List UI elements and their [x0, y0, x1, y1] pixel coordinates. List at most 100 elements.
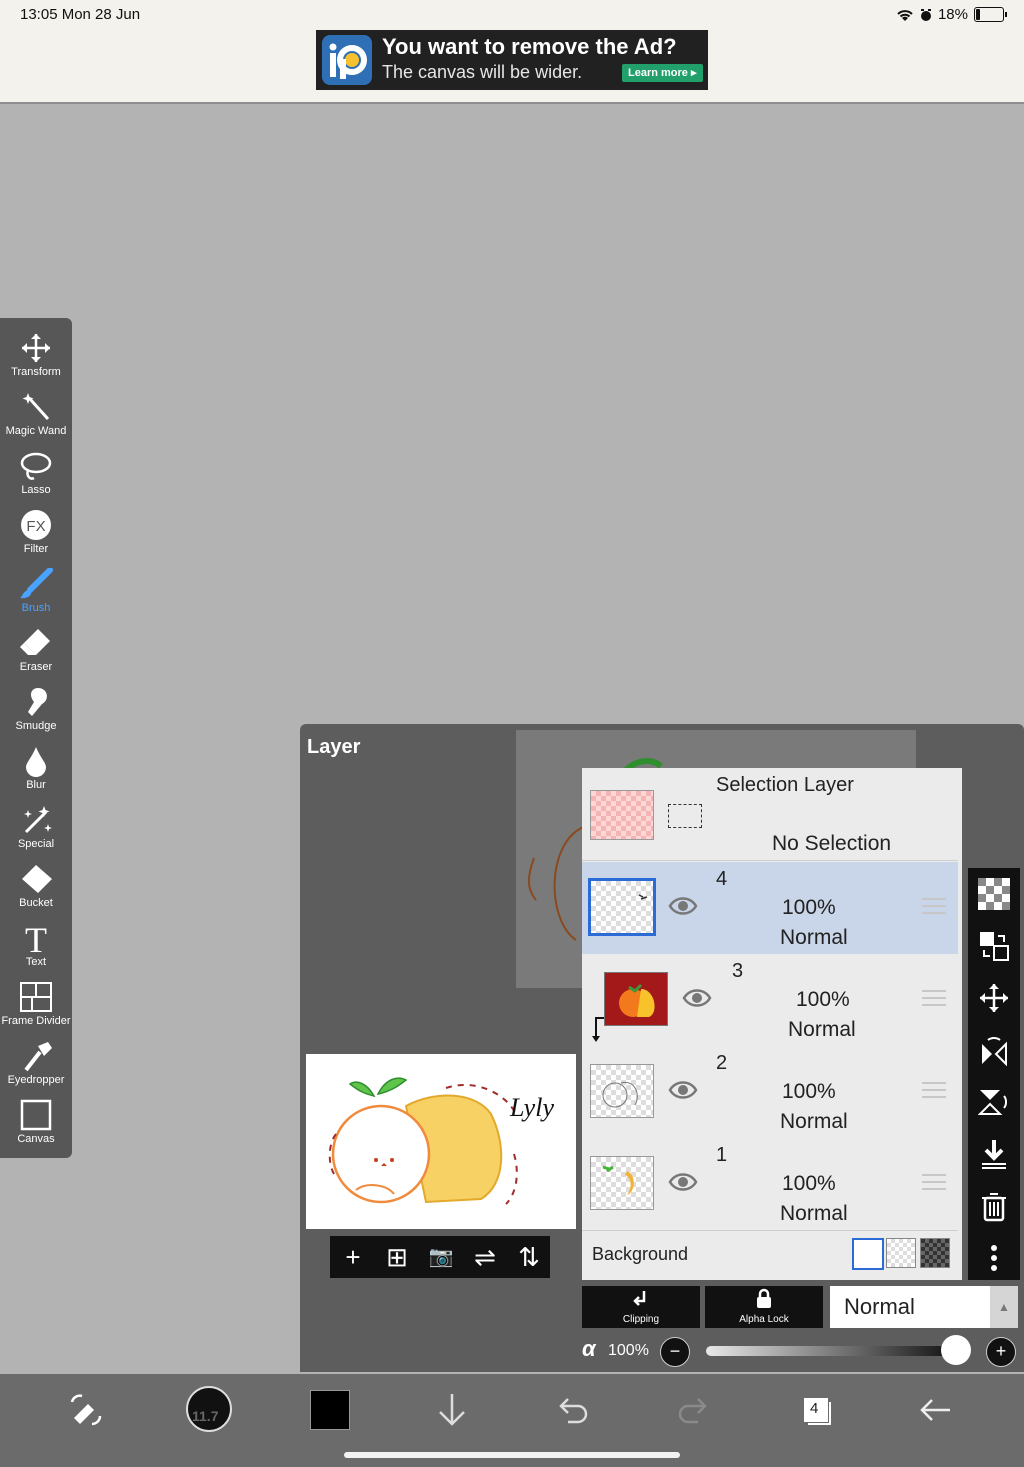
brush-size-button[interactable]: 11.7: [186, 1386, 232, 1432]
drag-handle-icon[interactable]: [922, 1082, 946, 1102]
tool-text[interactable]: T Text: [0, 916, 72, 974]
opacity-increase-button[interactable]: +: [986, 1337, 1016, 1367]
tool-eraser[interactable]: Eraser: [0, 621, 72, 679]
wifi-icon: [897, 9, 913, 21]
redo-icon[interactable]: [672, 1388, 716, 1432]
layer-row[interactable]: 4 100% Normal: [582, 862, 958, 955]
svg-text:T: T: [25, 922, 47, 954]
tool-label: Bucket: [19, 897, 53, 909]
layer-number: 4: [716, 868, 728, 890]
layer-row[interactable]: 2 100% Normal: [582, 1046, 958, 1139]
chevron-up-icon[interactable]: ▲: [990, 1286, 1018, 1328]
clipping-icon: [633, 1291, 646, 1306]
checker-icon[interactable]: [978, 878, 1010, 910]
tool-label: Lasso: [21, 484, 51, 496]
layer-number: 2: [716, 1052, 728, 1074]
battery-icon: [974, 7, 1007, 22]
opacity-decrease-button[interactable]: −: [660, 1337, 690, 1367]
background-white-swatch[interactable]: [852, 1238, 884, 1270]
color-swatch[interactable]: [310, 1390, 350, 1430]
brush-size-value: 11.7: [192, 1408, 219, 1424]
tool-eyedropper[interactable]: Eyedropper: [0, 1034, 72, 1092]
layer-move-icon[interactable]: [978, 930, 1010, 962]
home-indicator: [344, 1452, 680, 1458]
background-transparent-swatch[interactable]: [886, 1238, 916, 1268]
layers-button[interactable]: 4: [794, 1388, 838, 1432]
more-icon[interactable]: [978, 1242, 1010, 1274]
visibility-eye-icon[interactable]: [682, 986, 712, 1010]
drag-handle-icon[interactable]: [922, 898, 946, 918]
svg-text:FX: FX: [26, 518, 45, 535]
background-label: Background: [592, 1244, 689, 1264]
special-sparkle-icon: [18, 804, 54, 836]
layer-blend-mode: Normal: [780, 1202, 848, 1225]
camera-icon[interactable]: 📷: [424, 1240, 458, 1274]
tool-label: Frame Divider: [1, 1015, 71, 1027]
smudge-icon: [18, 686, 54, 718]
layer-opacity: 100%: [782, 1080, 836, 1103]
tool-bucket[interactable]: Bucket: [0, 857, 72, 915]
top-bar: 13:05 Mon 28 Jun 18% You want to remove …: [0, 0, 1024, 104]
alpha-lock-button[interactable]: Alpha Lock: [705, 1286, 823, 1328]
tool-canvas[interactable]: Canvas: [0, 1093, 72, 1151]
tool-frame-divider[interactable]: Frame Divider: [0, 975, 72, 1033]
add-layer-icon[interactable]: +: [336, 1240, 370, 1274]
background-row[interactable]: Background: [582, 1230, 958, 1278]
selection-status: No Selection: [772, 832, 892, 855]
layer-blend-mode: Normal: [780, 926, 848, 949]
status-icons: 18%: [896, 6, 1007, 23]
drag-handle-icon[interactable]: [922, 990, 946, 1010]
flip-vertical-icon[interactable]: ⇅: [512, 1240, 546, 1274]
learn-more-button[interactable]: Learn more ▸: [622, 64, 703, 82]
tool-label: Special: [17, 838, 55, 850]
selection-layer-row[interactable]: Selection Layer No Selection: [582, 768, 958, 861]
merge-down-icon[interactable]: [978, 1138, 1010, 1170]
tool-blur[interactable]: Blur: [0, 739, 72, 797]
flip-horizontal-icon[interactable]: [978, 1034, 1010, 1067]
visibility-eye-icon[interactable]: [668, 1170, 698, 1194]
transform-swap-icon[interactable]: [64, 1388, 108, 1432]
tool-special[interactable]: Special: [0, 798, 72, 856]
background-dark-swatch[interactable]: [920, 1238, 950, 1268]
layer-row[interactable]: 3 100% Normal: [582, 954, 958, 1047]
tool-transform[interactable]: Transform: [0, 326, 72, 384]
undo-icon[interactable]: [550, 1388, 594, 1432]
tool-lasso[interactable]: Lasso: [0, 444, 72, 502]
opacity-slider[interactable]: [706, 1346, 956, 1356]
eraser-icon: [18, 627, 54, 659]
move-icon[interactable]: [978, 982, 1010, 1014]
add-layer-box-icon[interactable]: ⊞: [380, 1240, 414, 1274]
drag-handle-icon[interactable]: [922, 1174, 946, 1194]
tool-label: Blur: [26, 779, 46, 791]
clipping-button[interactable]: Clipping: [582, 1286, 700, 1328]
tool-brush[interactable]: Brush: [0, 562, 72, 620]
layer-thumbnail: [604, 972, 668, 1026]
down-arrow-icon[interactable]: [430, 1388, 474, 1432]
layer-thumbnail: [588, 878, 656, 936]
opacity-slider-knob[interactable]: [941, 1335, 971, 1365]
tool-label: Transform: [11, 366, 61, 378]
layer-opacity: 100%: [782, 1172, 836, 1195]
text-icon: T: [18, 920, 54, 960]
flip-vertical-icon[interactable]: [977, 1086, 1010, 1118]
flip-horizontal-icon[interactable]: ⇌: [468, 1240, 502, 1274]
canvas-icon: [18, 1099, 54, 1131]
ad-banner[interactable]: You want to remove the Ad? The canvas wi…: [316, 30, 708, 90]
tool-smudge[interactable]: Smudge: [0, 680, 72, 738]
blur-drop-icon: [18, 745, 54, 777]
move-icon: [18, 332, 54, 364]
trash-icon[interactable]: [978, 1190, 1010, 1222]
eyedropper-icon: [18, 1040, 54, 1072]
magic-wand-icon: [18, 391, 54, 423]
canvas-thumbnail[interactable]: Lyly: [306, 1054, 576, 1229]
tool-magic-wand[interactable]: Magic Wand: [0, 385, 72, 443]
brush-icon: [18, 567, 54, 600]
tool-filter[interactable]: FX Filter: [0, 503, 72, 561]
lock-icon: [757, 1288, 771, 1308]
layer-row[interactable]: 1 100% Normal: [582, 1138, 958, 1231]
visibility-eye-icon[interactable]: [668, 1078, 698, 1102]
alpha-lock-label: Alpha Lock: [739, 1314, 789, 1325]
visibility-eye-icon[interactable]: [668, 894, 698, 918]
back-icon[interactable]: [914, 1388, 958, 1432]
blend-mode-select[interactable]: Normal ▲: [830, 1286, 1018, 1328]
